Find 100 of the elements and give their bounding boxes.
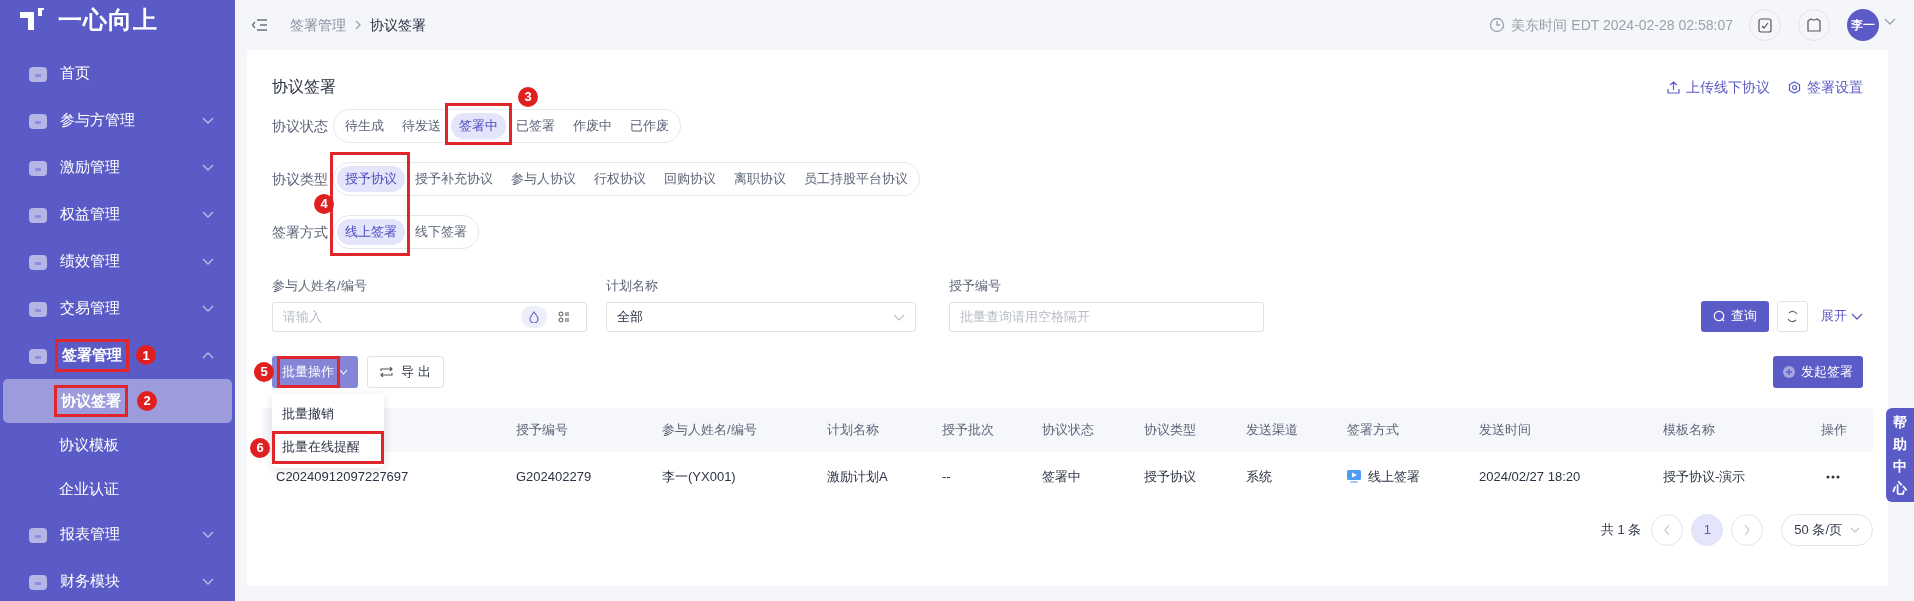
table-cell-text: 授予协议-演示 [1663,467,1747,486]
query-button[interactable]: 查询 [1701,300,1769,332]
column-header: 签署方式 [1347,420,1400,439]
table-cell-text: 李一(YX001) [662,467,737,486]
menu-tile-icon [28,111,48,130]
time-text: 美东时间 EDT 2024-02-28 02:58:07 [1511,15,1733,35]
filter-chip[interactable]: 线上签署 [337,219,405,245]
filter-chip[interactable]: 参与人协议 [503,166,584,192]
submenu-item[interactable]: 协议签署 2 [3,379,232,423]
filter-chip[interactable]: 签署中 [451,113,506,139]
filter-chip[interactable]: 行权协议 [586,166,654,192]
annotation-box [445,103,512,145]
filter-chip[interactable]: 授予协议 [337,166,405,192]
sidebar-item[interactable]: 首页 [0,50,235,97]
table-cell-text: G202402279 [516,467,593,486]
shirt-icon [1807,18,1821,32]
action-link[interactable]: 上传线下协议 [1667,76,1770,98]
table-cell-text: 2024/02/27 18:20 [1479,467,1582,486]
screen-play-icon [1347,470,1361,483]
field-label: 授予编号 [949,277,1002,295]
menu-tile-icon [28,346,48,365]
sidebar-item[interactable]: 参与方管理 [0,97,235,144]
select-field[interactable]: 全部 [606,301,916,332]
help-center-tab[interactable]: 帮助中心 [1886,408,1914,502]
filter-chip[interactable]: 员工持股平台协议 [796,166,916,192]
chevron-down-icon [1851,311,1863,321]
sidebar-item[interactable]: 财务模块 [0,558,235,601]
filter-chip[interactable]: 离职协议 [726,166,794,192]
menu-item[interactable]: 批量在线提醒 [272,430,384,464]
filter-chip[interactable]: 已作废 [622,113,677,139]
filter-chip[interactable]: 作废中 [565,113,620,139]
menu-tile-icon [28,525,48,544]
logo-text: 一心向上 [58,5,158,35]
sidebar-item[interactable]: 签署管理 1 [0,332,235,379]
sidebar-item[interactable]: 权益管理 [0,191,235,238]
drop-icon [529,310,539,323]
column-header: 发送时间 [1479,420,1532,439]
reset-button[interactable] [1777,300,1808,332]
table-cell: 线上签署 [1347,466,1479,487]
chevron-right-icon [354,19,362,31]
column-header: 计划名称 [827,420,880,439]
sidebar-item[interactable]: 绩效管理 [0,238,235,285]
breadcrumb-item[interactable]: 协议签署 [370,14,426,36]
grid-icon [558,310,570,323]
more-icon [1826,474,1840,479]
chevron-down-icon [339,367,348,376]
menu-tile-icon [28,64,48,83]
step-badge: 4 [314,194,334,214]
breadcrumb-item[interactable]: 签署管理 [290,14,346,36]
page-title: 协议签署 [272,77,336,97]
column-header: 协议类型 [1144,420,1197,439]
table-cell-text: -- [942,467,952,486]
column-header: 授予批次 [942,420,995,439]
filter-chip[interactable]: 待生成 [337,113,392,139]
menu-item[interactable]: 批量撤销 [272,397,384,431]
export-button[interactable]: 导 出 [367,355,444,388]
chevron-left-icon [1663,523,1672,536]
expand-link[interactable]: 展开 [1821,300,1863,332]
sidebar-item[interactable]: 激励管理 [0,144,235,191]
filter-label: 协议状态 [272,116,329,136]
clock-icon [1489,17,1506,33]
column-header: 参与人姓名/编号 [662,420,758,439]
refresh-icon [1786,309,1799,323]
table-cell-text: 授予协议 [1144,467,1197,486]
step-badge: 5 [254,361,274,382]
chevron-right-icon [1743,523,1752,536]
filter-label: 协议类型 [272,169,329,189]
clipboard-check-icon [1758,17,1772,33]
sidebar-item[interactable]: 报表管理 [0,511,235,558]
user-avatar[interactable]: 李一 [1847,9,1879,41]
annotation-box [277,355,340,388]
table-cell-text: 系统 [1246,467,1273,486]
step-badge: 1 [136,345,156,366]
create-signing-button[interactable]: 发起签署 [1773,355,1863,388]
action-link[interactable]: 签署设置 [1788,76,1863,98]
submenu-item[interactable]: 企业认证 [3,467,232,511]
page-button[interactable]: 1 [1691,513,1724,546]
step-badge: 3 [518,87,538,107]
filter-chip[interactable]: 线下签署 [407,219,475,245]
field-label: 参与人姓名/编号 [272,277,368,295]
chevron-down-icon [1850,525,1860,534]
submenu-item[interactable]: 协议模板 [3,423,232,467]
plus-circle-icon [1783,365,1795,378]
input-field[interactable]: 批量查询请用空格隔开 [949,301,1264,332]
field-label: 计划名称 [606,277,659,295]
filter-chip[interactable]: 授予补充协议 [407,166,501,192]
column-header: 授予编号 [516,420,569,439]
filter-chip[interactable]: 已签署 [508,113,563,139]
table-cell-text: C20240912097227697 [276,467,410,486]
menu-tile-icon [28,158,48,177]
step-badge: 6 [250,437,270,458]
filter-chip[interactable]: 回购协议 [656,166,724,192]
sidebar-item[interactable]: 交易管理 [0,285,235,332]
menu-tile-icon [28,205,48,224]
step-badge: 2 [137,390,157,411]
filter-chip[interactable]: 待发送 [394,113,449,139]
table-cell-text: 签署中 [1042,467,1082,486]
menu-tile-icon [28,572,48,591]
upload-icon [1667,80,1680,94]
input-field[interactable]: 请输入 [272,301,587,332]
